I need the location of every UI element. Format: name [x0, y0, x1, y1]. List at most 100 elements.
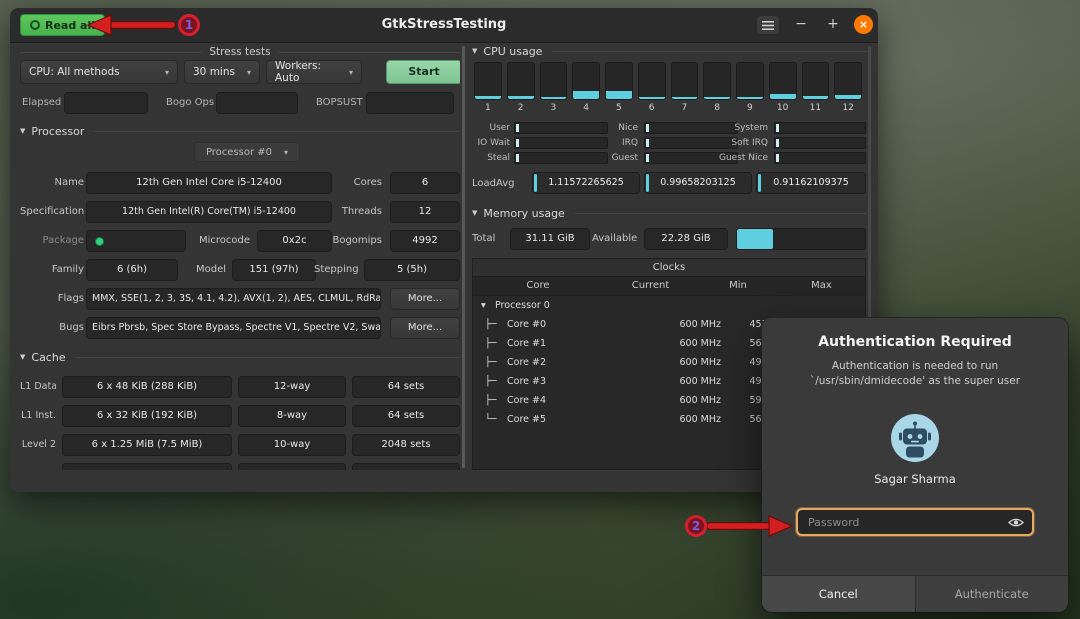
stress-method-select[interactable]: CPU: All methods ▾: [20, 60, 178, 84]
cpu-core-bars: [474, 62, 862, 100]
cache-row-partial: [238, 463, 346, 470]
specification-label: Specification: [20, 201, 84, 223]
dialog-message: Authentication is needed to run `/usr/sb…: [799, 359, 1031, 389]
cache-ways-field: 12-way: [238, 376, 346, 398]
avatar: [891, 414, 939, 462]
maximize-button[interactable]: +: [822, 13, 844, 35]
clocks-group-row[interactable]: ▾ Processor 0: [473, 296, 865, 315]
memory-usage-fill: [737, 229, 773, 249]
cpu-core-bar: [736, 62, 764, 100]
nice-label: Nice: [602, 122, 638, 134]
stepping-label: Stepping: [314, 259, 358, 281]
cpu-core-numbers: 12 34 56 78 910 1112: [474, 103, 862, 113]
flags-more-button[interactable]: More...: [390, 288, 460, 310]
cache-size-field: 6 x 48 KiB (288 KiB): [62, 376, 232, 398]
cpu-core-bar: [802, 62, 830, 100]
dialog-title: Authentication Required: [762, 334, 1068, 350]
stress-tests-title: Stress tests: [209, 46, 270, 58]
processor-select[interactable]: Processor #0 ▾: [194, 142, 300, 162]
bugs-label: Bugs: [20, 317, 84, 339]
name-label: Name: [20, 172, 84, 194]
chevron-down-icon: ▾: [284, 148, 288, 157]
family-field: 6 (6h): [86, 259, 178, 281]
cache-size-field: 6 x 1.25 MiB (7.5 MiB): [62, 434, 232, 456]
stress-duration-select[interactable]: 30 mins ▾: [184, 60, 260, 84]
robot-avatar-icon: [891, 414, 939, 462]
cpu-core-bar: [671, 62, 699, 100]
threads-label: Threads: [318, 201, 382, 223]
elapsed-label: Elapsed: [22, 92, 62, 114]
header-bar: Read all GtkStressTesting − + ×: [10, 8, 878, 43]
guest-nice-label: Guest Nice: [708, 152, 768, 164]
main-window: Read all GtkStressTesting − + × Stress t…: [10, 8, 878, 492]
annotation-step-1-badge: 1: [178, 14, 200, 36]
cpu-core-bar: [834, 62, 862, 100]
cores-label: Cores: [318, 172, 382, 194]
left-pane-scrollbar[interactable]: [462, 46, 465, 468]
start-button[interactable]: Start: [386, 60, 460, 84]
triangle-down-icon: ▼: [472, 209, 477, 217]
auth-dialog: Authentication Required Authentication i…: [762, 318, 1068, 612]
clocks-header-min: Min: [698, 277, 778, 295]
processor-select-value: Processor #0: [206, 147, 272, 158]
stress-method-value: CPU: All methods: [29, 66, 120, 78]
bogo-ops-field: [216, 92, 298, 114]
password-field[interactable]: [796, 508, 1034, 536]
clocks-header-current: Current: [603, 277, 698, 295]
cancel-button[interactable]: Cancel: [762, 576, 916, 612]
stress-tests-header: Stress tests: [20, 46, 460, 58]
tree-branch-icon: ├─: [485, 353, 496, 372]
cache-ways-field: 8-way: [238, 405, 346, 427]
menu-button[interactable]: [756, 15, 780, 35]
clocks-header-max: Max: [778, 277, 865, 295]
name-field: 12th Gen Intel Core i5-12400: [86, 172, 332, 194]
memory-usage-bar: [736, 228, 866, 250]
iowait-label: IO Wait: [472, 137, 510, 149]
softirq-label: Soft IRQ: [708, 137, 768, 149]
password-input[interactable]: [806, 515, 1008, 530]
cache-expander[interactable]: ▼ Cache: [20, 350, 460, 364]
softirq-field: [774, 137, 866, 149]
stepping-field: 5 (5h): [364, 259, 460, 281]
authenticate-button[interactable]: Authenticate: [916, 576, 1069, 612]
system-label: System: [708, 122, 768, 134]
bugs-more-button[interactable]: More...: [390, 317, 460, 339]
loadavg-label: LoadAvg: [472, 172, 524, 196]
memory-usage-expander[interactable]: ▼ Memory usage: [472, 206, 866, 220]
stress-workers-value: Workers: Auto: [275, 60, 343, 84]
cpu-core-bar: [703, 62, 731, 100]
desktop: Read all GtkStressTesting − + × Stress t…: [0, 0, 1080, 619]
steal-field: [514, 152, 608, 164]
loadavg-5min-field: 0.99658203125 (8.3%): [644, 172, 752, 194]
cache-row-partial: [62, 463, 232, 470]
minimize-button[interactable]: −: [790, 13, 812, 35]
tree-branch-icon: ├─: [485, 315, 496, 334]
bogomips-label: Bogomips: [318, 230, 382, 252]
cpu-core-bar: [474, 62, 502, 100]
eye-icon[interactable]: [1008, 517, 1024, 528]
memory-available-label: Available: [592, 228, 642, 250]
triangle-down-icon: ▼: [20, 353, 25, 361]
dialog-username: Sagar Sharma: [762, 472, 1068, 486]
chevron-down-icon: ▾: [165, 68, 169, 77]
cpu-core-bar: [540, 62, 568, 100]
user-field: [514, 122, 608, 134]
elapsed-field: [64, 92, 148, 114]
close-button[interactable]: ×: [854, 15, 873, 34]
triangle-down-icon: ▼: [20, 127, 25, 135]
processor-section-title: Processor: [31, 125, 84, 138]
clocks-group-label: Processor 0: [495, 296, 550, 315]
cpu-core-bar: [572, 62, 600, 100]
tree-branch-icon: ├─: [485, 372, 496, 391]
cpu-core-bar: [638, 62, 666, 100]
triangle-down-icon: ▼: [472, 47, 477, 55]
stress-workers-select[interactable]: Workers: Auto ▾: [266, 60, 362, 84]
clocks-title: Clocks: [473, 259, 865, 277]
processor-expander[interactable]: ▼ Processor: [20, 124, 460, 138]
guest-nice-field: [774, 152, 866, 164]
bopsust-label: BOPSUST: [316, 92, 364, 114]
cpu-core-bar: [769, 62, 797, 100]
chevron-down-icon: ▾: [247, 68, 251, 77]
cache-sets-field: 64 sets: [352, 405, 460, 427]
cpu-usage-expander[interactable]: ▼ CPU usage: [472, 44, 866, 58]
